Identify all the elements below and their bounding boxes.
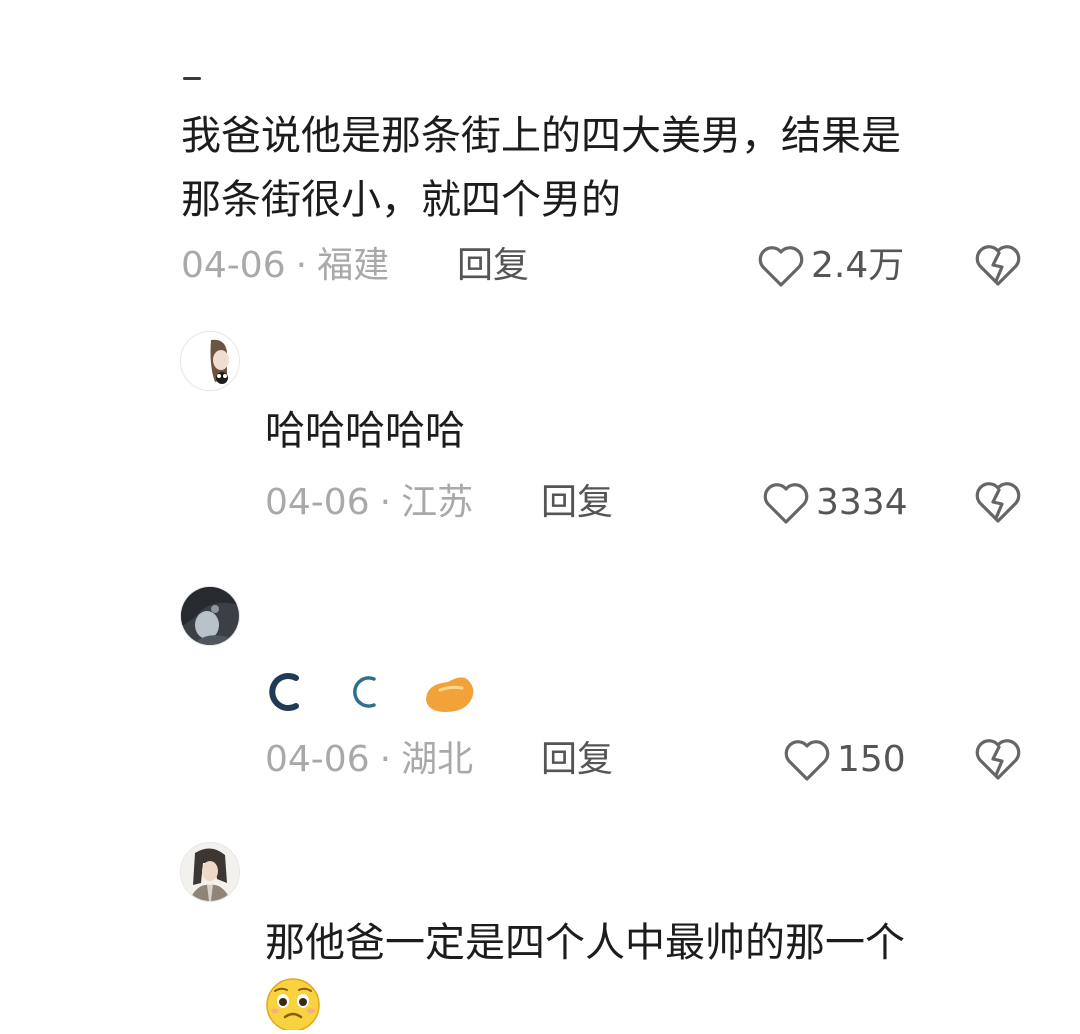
username-fragment [183, 77, 201, 80]
heart-icon [763, 483, 809, 524]
reply-button[interactable]: 回复 [457, 242, 529, 290]
meta-separator: · [379, 482, 392, 523]
comment-location: 江苏 [401, 482, 474, 523]
like-count: 150 [837, 739, 906, 780]
crescent-moon-icon [269, 673, 299, 711]
reply-button[interactable]: 回复 [541, 479, 613, 527]
broken-heart-icon [975, 245, 1021, 286]
broken-heart-icon [975, 482, 1021, 523]
like-button[interactable]: 2.4万 [757, 242, 904, 290]
comment-2-meta: 04-06 · 江苏 [265, 479, 473, 527]
dark-anime-avatar-icon [181, 587, 239, 645]
user-avatar[interactable] [180, 842, 240, 902]
girl-with-panda-avatar-icon [181, 332, 239, 390]
comment-4-stickers [265, 977, 321, 1034]
comment-2-text: 哈哈哈哈哈 [265, 408, 465, 454]
like-button[interactable]: 3334 [762, 479, 908, 527]
like-button[interactable]: 150 [783, 736, 906, 784]
heart-icon [758, 246, 804, 287]
comment-3-meta: 04-06 · 湖北 [265, 736, 473, 784]
dislike-button[interactable] [974, 243, 1022, 287]
user-avatar[interactable] [180, 586, 240, 646]
user-avatar[interactable] [180, 331, 240, 391]
meta-separator: · [295, 245, 308, 286]
comment-3-stickers [266, 670, 478, 714]
dislike-button[interactable] [974, 480, 1022, 524]
comment-date: 04-06 [181, 245, 286, 286]
dislike-button[interactable] [974, 737, 1022, 781]
orange-blob-sticker-icon [426, 677, 474, 712]
heart-icon [784, 740, 830, 781]
comment-location: 湖北 [401, 739, 474, 780]
meta-separator: · [379, 739, 392, 780]
like-count: 2.4万 [811, 245, 905, 286]
broken-heart-icon [975, 739, 1021, 780]
comment-date: 04-06 [265, 482, 370, 523]
comment-1-meta: 04-06 · 福建 [181, 242, 389, 290]
comment-location: 福建 [317, 245, 390, 286]
reply-button[interactable]: 回复 [541, 736, 613, 784]
crescent-moon-icon [353, 676, 376, 708]
like-count: 3334 [816, 482, 908, 523]
comment-4-text: 那他爸一定是四个人中最帅的那一个 [265, 920, 905, 966]
comment-1-text: 我爸说他是那条街上的四大美男，结果是 那条街很小，就四个男的 [181, 113, 901, 223]
anime-swordsman-avatar-icon [181, 843, 239, 901]
comment-date: 04-06 [265, 739, 370, 780]
pleading-face-emoji-icon [266, 978, 320, 1032]
